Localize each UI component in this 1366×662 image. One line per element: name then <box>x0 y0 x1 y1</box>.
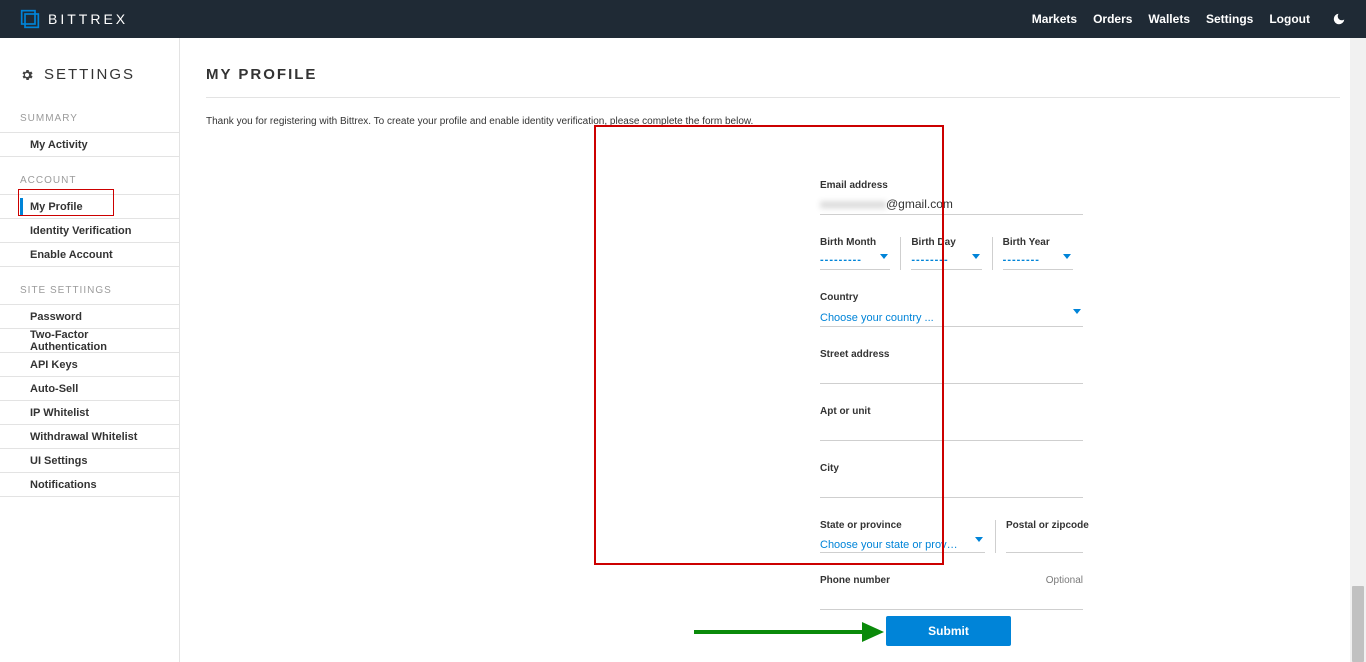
birth-month-label: Birth Month <box>820 237 890 248</box>
sidebar-item-ui-settings[interactable]: UI Settings <box>0 449 179 473</box>
sidebar-item-api-keys[interactable]: API Keys <box>0 353 179 377</box>
state-select[interactable]: Choose your state or province ... <box>820 533 985 553</box>
apt-input[interactable] <box>820 419 1083 441</box>
gear-icon <box>20 68 34 82</box>
phone-label: Phone number <box>820 575 1083 586</box>
sidebar-item-identity-verification[interactable]: Identity Verification <box>0 219 179 243</box>
sidebar-item-notifications[interactable]: Notifications <box>0 473 179 497</box>
birth-month-select[interactable]: --------- <box>820 250 890 270</box>
sidebar-item-withdrawal-whitelist[interactable]: Withdrawal Whitelist <box>0 425 179 449</box>
sidebar-group-summary: SUMMARY <box>0 95 179 133</box>
sidebar-item-two-factor[interactable]: Two-Factor Authentication <box>0 329 179 353</box>
city-label: City <box>820 463 1083 474</box>
optional-label: Optional <box>1046 575 1083 586</box>
email-domain: @gmail.com <box>886 197 953 211</box>
chevron-down-icon <box>1063 254 1071 259</box>
brand-logo[interactable]: BITTREX <box>20 9 128 29</box>
birth-year-select[interactable]: -------- <box>1003 250 1073 270</box>
sidebar-item-password[interactable]: Password <box>0 305 179 329</box>
sidebar-group-site-settings: SITE SETTIINGS <box>0 267 179 305</box>
chevron-down-icon <box>975 537 983 542</box>
page-title: MY PROFILE <box>206 66 1340 98</box>
email-label: Email address <box>820 180 1083 191</box>
sidebar-item-ip-whitelist[interactable]: IP Whitelist <box>0 401 179 425</box>
intro-text: Thank you for registering with Bittrex. … <box>206 116 1340 127</box>
sidebar-item-enable-account[interactable]: Enable Account <box>0 243 179 267</box>
nav-wallets[interactable]: Wallets <box>1148 12 1190 26</box>
country-label: Country <box>820 292 1083 303</box>
sidebar-item-auto-sell[interactable]: Auto-Sell <box>0 377 179 401</box>
nav-orders[interactable]: Orders <box>1093 12 1132 26</box>
email-field[interactable]: xxxxxxxxxxxx @gmail.com <box>820 193 1083 215</box>
scrollbar[interactable] <box>1350 38 1366 662</box>
chevron-down-icon <box>972 254 980 259</box>
birth-day-select[interactable]: -------- <box>911 250 981 270</box>
dark-mode-icon[interactable] <box>1332 12 1346 26</box>
sidebar-item-my-activity[interactable]: My Activity <box>0 133 179 157</box>
nav-logout[interactable]: Logout <box>1269 12 1310 26</box>
state-label: State or province <box>820 520 985 531</box>
sidebar-item-my-profile[interactable]: My Profile <box>0 195 179 219</box>
email-obscured: xxxxxxxxxxxx <box>820 197 886 211</box>
brand-text: BITTREX <box>48 11 128 27</box>
sidebar-group-account: ACCOUNT <box>0 157 179 195</box>
submit-button[interactable]: Submit <box>886 616 1011 646</box>
birth-year-label: Birth Year <box>1003 237 1073 248</box>
apt-label: Apt or unit <box>820 406 1083 417</box>
chevron-down-icon <box>880 254 888 259</box>
scrollbar-thumb[interactable] <box>1352 586 1364 662</box>
nav-markets[interactable]: Markets <box>1032 12 1077 26</box>
postal-label: Postal or zipcode <box>1006 520 1083 531</box>
chevron-down-icon <box>1073 309 1081 314</box>
nav-settings[interactable]: Settings <box>1206 12 1253 26</box>
city-input[interactable] <box>820 476 1083 498</box>
street-input[interactable] <box>820 362 1083 384</box>
country-select[interactable]: Choose your country ... <box>820 305 1083 327</box>
birth-day-label: Birth Day <box>911 237 981 248</box>
street-label: Street address <box>820 349 1083 360</box>
sidebar-title: SETTINGS <box>0 60 179 95</box>
logo-icon <box>20 9 40 29</box>
postal-input[interactable] <box>1006 533 1083 553</box>
phone-input[interactable] <box>820 588 1083 610</box>
